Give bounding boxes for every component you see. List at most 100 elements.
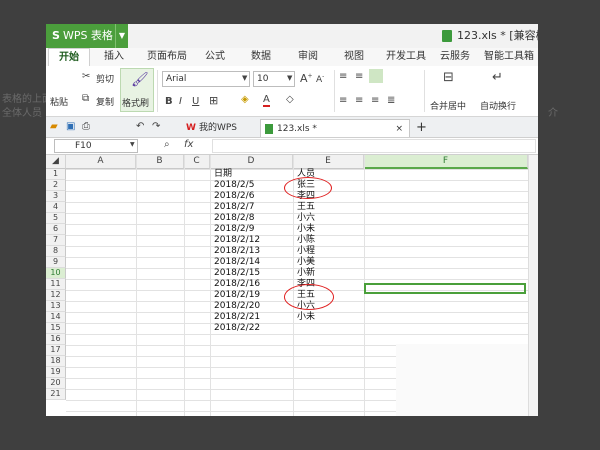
paste-button[interactable]: 粘贴 xyxy=(50,95,68,108)
row-header-10[interactable]: 10 xyxy=(46,268,66,279)
formula-input[interactable] xyxy=(212,139,536,153)
tab-formula[interactable]: 公式 xyxy=(205,48,225,66)
cell-D12[interactable]: 2018/2/19 xyxy=(214,290,260,301)
tab-home[interactable]: 开始 xyxy=(48,48,90,67)
row-header-4[interactable]: 4 xyxy=(46,202,66,213)
font-color-icon[interactable]: A xyxy=(263,95,270,107)
row-header-15[interactable]: 15 xyxy=(46,323,66,334)
folder-icon[interactable]: ▰ xyxy=(50,121,58,132)
align-middle-icon[interactable]: ≡ xyxy=(355,71,363,82)
chevron-down-icon[interactable]: ▼ xyxy=(115,24,128,48)
tab-cloud[interactable]: 云服务 xyxy=(440,48,470,66)
row-header-5[interactable]: 5 xyxy=(46,213,66,224)
justify-icon[interactable]: ≣ xyxy=(387,95,395,106)
font-name-select[interactable]: Arial xyxy=(162,71,250,87)
chevron-down-icon[interactable]: ▼ xyxy=(287,74,292,82)
chevron-down-icon[interactable]: ▼ xyxy=(130,141,135,148)
increase-font-icon[interactable]: A+ xyxy=(300,72,313,85)
vertical-scrollbar[interactable] xyxy=(528,155,538,416)
cell-E7[interactable]: 小陈 xyxy=(297,235,315,246)
cell-E4[interactable]: 王五 xyxy=(297,202,315,213)
cell-D11[interactable]: 2018/2/16 xyxy=(214,279,260,290)
select-all-corner[interactable]: ◢ xyxy=(46,155,66,169)
row-header-16[interactable]: 16 xyxy=(46,334,66,345)
cell-D15[interactable]: 2018/2/22 xyxy=(214,323,260,334)
cell-D1[interactable]: 日期 xyxy=(214,169,232,180)
align-right-icon[interactable]: ≡ xyxy=(371,95,379,106)
copy-icon[interactable]: ⧉ xyxy=(82,93,89,104)
cell-D13[interactable]: 2018/2/20 xyxy=(214,301,260,312)
cell-D8[interactable]: 2018/2/13 xyxy=(214,246,260,257)
cut-icon[interactable]: ✂ xyxy=(82,71,90,82)
column-header-D[interactable]: D xyxy=(210,155,293,169)
copy-button[interactable]: 复制 xyxy=(96,95,114,108)
cell-D4[interactable]: 2018/2/7 xyxy=(214,202,254,213)
tab-my-wps[interactable]: W 我的WPS xyxy=(186,119,237,137)
row-header-7[interactable]: 7 xyxy=(46,235,66,246)
row-header-11[interactable]: 11 xyxy=(46,279,66,290)
merge-center-button[interactable]: 合并居中 xyxy=(430,99,466,112)
wrap-text-icon[interactable]: ↵ xyxy=(492,70,503,85)
row-header-20[interactable]: 20 xyxy=(46,378,66,389)
align-bottom-icon[interactable] xyxy=(369,69,383,83)
align-left-icon[interactable]: ≡ xyxy=(339,95,347,106)
decrease-font-icon[interactable]: A- xyxy=(316,73,324,85)
cell-D3[interactable]: 2018/2/6 xyxy=(214,191,254,202)
row-header-19[interactable]: 19 xyxy=(46,367,66,378)
print-icon[interactable]: ⎙ xyxy=(82,121,90,132)
column-header-F[interactable]: F xyxy=(364,155,528,169)
cell-E10[interactable]: 小新 xyxy=(297,268,315,279)
italic-icon[interactable]: I xyxy=(179,96,182,107)
row-header-6[interactable]: 6 xyxy=(46,224,66,235)
clear-format-icon[interactable]: ◇ xyxy=(286,94,294,105)
row-header-1[interactable]: 1 xyxy=(46,169,66,180)
column-header-A[interactable]: A xyxy=(66,155,136,169)
name-box[interactable]: F10 xyxy=(54,139,138,153)
row-header-2[interactable]: 2 xyxy=(46,180,66,191)
merge-center-icon[interactable]: ⊟ xyxy=(443,70,454,85)
row-header-18[interactable]: 18 xyxy=(46,356,66,367)
cell-D9[interactable]: 2018/2/14 xyxy=(214,257,260,268)
cell-D5[interactable]: 2018/2/8 xyxy=(214,213,254,224)
wrap-text-button[interactable]: 自动换行 xyxy=(480,99,516,112)
align-center-icon[interactable]: ≡ xyxy=(355,95,363,106)
tab-insert[interactable]: 插入 xyxy=(104,48,124,66)
close-icon[interactable]: × xyxy=(395,120,403,138)
app-menu-button[interactable]: S WPS 表格 ▼ xyxy=(46,24,128,48)
column-header-B[interactable]: B xyxy=(136,155,184,169)
tab-page-layout[interactable]: 页面布局 xyxy=(147,48,187,66)
cell-E14[interactable]: 小未 xyxy=(297,312,315,323)
tab-file-123[interactable]: 123.xls * × xyxy=(260,119,410,137)
add-tab-button[interactable]: + xyxy=(416,119,427,137)
row-header-9[interactable]: 9 xyxy=(46,257,66,268)
bold-icon[interactable]: B xyxy=(165,96,173,107)
underline-icon[interactable]: U xyxy=(192,96,199,107)
row-header-17[interactable]: 17 xyxy=(46,345,66,356)
tab-view[interactable]: 视图 xyxy=(344,48,364,66)
cell-E9[interactable]: 小美 xyxy=(297,257,315,268)
zoom-icon[interactable]: ⌕ xyxy=(164,139,170,150)
undo-icon[interactable]: ↶ xyxy=(136,121,144,132)
fx-icon[interactable]: fx xyxy=(184,139,193,150)
row-header-12[interactable]: 12 xyxy=(46,290,66,301)
row-header-14[interactable]: 14 xyxy=(46,312,66,323)
save-icon[interactable]: ▣ xyxy=(66,121,75,132)
tab-developer[interactable]: 开发工具 xyxy=(386,48,426,66)
cell-E8[interactable]: 小程 xyxy=(297,246,315,257)
selected-cell[interactable] xyxy=(364,283,526,294)
cell-D6[interactable]: 2018/2/9 xyxy=(214,224,254,235)
cell-D10[interactable]: 2018/2/15 xyxy=(214,268,260,279)
column-header-E[interactable]: E xyxy=(293,155,364,169)
cell-D7[interactable]: 2018/2/12 xyxy=(214,235,260,246)
align-top-icon[interactable]: ≡ xyxy=(339,71,347,82)
chevron-down-icon[interactable]: ▼ xyxy=(242,74,247,82)
border-icon[interactable]: ⊞ xyxy=(209,94,218,107)
row-header-8[interactable]: 8 xyxy=(46,246,66,257)
row-header-13[interactable]: 13 xyxy=(46,301,66,312)
redo-icon[interactable]: ↷ xyxy=(152,121,160,132)
tab-review[interactable]: 审阅 xyxy=(298,48,318,66)
tab-smart-tools[interactable]: 智能工具箱 xyxy=(484,48,534,66)
row-header-21[interactable]: 21 xyxy=(46,389,66,400)
cell-D14[interactable]: 2018/2/21 xyxy=(214,312,260,323)
cut-button[interactable]: 剪切 xyxy=(96,72,114,85)
